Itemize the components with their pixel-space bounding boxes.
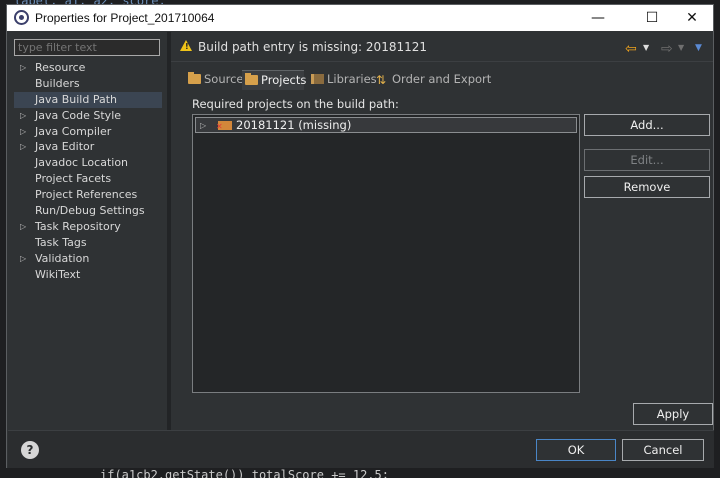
order-arrows-icon: ⇅ [376, 73, 387, 87]
expand-arrow-icon[interactable]: ▷ [20, 60, 26, 76]
properties-tree: ▷ Resource Builders Java Build Path ▷ Java… [14, 60, 162, 282]
cancel-button[interactable]: Cancel [622, 439, 704, 461]
sidebar-item-resource[interactable]: ▷ Resource [14, 60, 162, 76]
sidebar-item-label: Project References [35, 188, 138, 202]
tab-order-and-export[interactable]: ⇅ Order and Export [373, 70, 491, 90]
sidebar-item-label: Run/Debug Settings [35, 204, 145, 218]
close-button[interactable]: ✕ [669, 5, 715, 31]
help-icon[interactable]: ? [21, 441, 39, 459]
tab-label: Order and Export [392, 72, 492, 86]
expand-arrow-icon[interactable]: ▷ [20, 139, 26, 155]
sidebar-item-label: Builders [35, 76, 80, 90]
dialog-title: Properties for Project_201710064 [35, 11, 215, 25]
message-banner: ! Build path entry is missing: 20181121 … [171, 32, 713, 62]
expand-arrow-icon[interactable]: ▷ [20, 251, 26, 267]
sidebar-item-label: Validation [35, 251, 90, 265]
projects-list[interactable]: ▷ 20181121 (missing) [192, 114, 580, 393]
sidebar-item-task-tags[interactable]: Task Tags [14, 235, 162, 251]
sidebar-item-label: Java Editor [35, 140, 95, 154]
missing-project-icon [216, 121, 232, 131]
sidebar-item-label: Java Build Path [35, 92, 118, 106]
minimize-button[interactable]: — [575, 5, 621, 31]
tab-projects[interactable]: Projects [242, 70, 307, 90]
filter-input[interactable] [14, 39, 160, 56]
tab-label: Source [204, 72, 244, 86]
library-icon [311, 74, 324, 84]
title-bar: Properties for Project_201710064 — ☐ ✕ [7, 5, 713, 31]
sidebar-item-javadoc-location[interactable]: Javadoc Location [14, 155, 162, 171]
sidebar-item-label: Resource [35, 61, 86, 74]
properties-dialog: Properties for Project_201710064 — ☐ ✕ ▷… [6, 4, 714, 470]
expand-arrow-icon[interactable]: ▷ [200, 119, 206, 133]
sidebar-item-project-facets[interactable]: Project Facets [14, 171, 162, 187]
sidebar-item-task-repository[interactable]: ▷ Task Repository [14, 219, 162, 235]
tab-source[interactable]: Source [185, 70, 244, 90]
add-button[interactable]: Add... [584, 114, 710, 136]
tab-label: Libraries [327, 72, 377, 86]
expand-arrow-icon[interactable]: ▷ [20, 219, 26, 235]
sidebar-item-label: Java Compiler [35, 124, 112, 138]
sidebar-item-project-references[interactable]: Project References [14, 187, 162, 203]
sidebar-item-label: Javadoc Location [35, 156, 129, 170]
background-code-line: if(a1cb2.getState()) totalScore += 12.5; [100, 468, 389, 478]
view-menu-icon[interactable]: ▼ [695, 43, 702, 53]
ok-button[interactable]: OK [536, 439, 616, 461]
properties-sidebar: ▷ Resource Builders Java Build Path ▷ Java… [8, 32, 164, 430]
sidebar-item-label: Project Facets [35, 172, 112, 186]
project-folder-icon [245, 73, 258, 85]
source-folder-icon [188, 72, 201, 84]
sidebar-item-builders[interactable]: Builders [14, 76, 162, 92]
dialog-footer: ? OK Cancel [8, 430, 714, 470]
remove-button[interactable]: Remove [584, 176, 710, 198]
sidebar-item-wikitext[interactable]: WikiText [14, 267, 162, 283]
edit-button[interactable]: Edit... [584, 149, 710, 171]
sidebar-item-label: Java Code Style [35, 108, 122, 122]
sidebar-item-java-compiler[interactable]: ▷ Java Compiler [14, 124, 162, 140]
eclipse-icon [14, 10, 29, 25]
java-build-path-page: ! Build path entry is missing: 20181121 … [171, 32, 713, 430]
expand-arrow-icon[interactable]: ▷ [20, 108, 26, 124]
sidebar-item-label: Task Repository [35, 219, 121, 233]
apply-button[interactable]: Apply [633, 403, 713, 425]
list-item[interactable]: ▷ 20181121 (missing) [195, 117, 577, 133]
background-editor-bottom: if(a1cb2.getState()) totalScore += 12.5; [0, 468, 720, 478]
sidebar-item-java-build-path[interactable]: Java Build Path [14, 91, 162, 108]
sidebar-item-java-editor[interactable]: ▷ Java Editor [14, 139, 162, 155]
forward-dropdown-icon[interactable]: ▼ [678, 43, 684, 52]
forward-arrow-icon[interactable]: ⇨ [661, 41, 673, 57]
project-item-label: 20181121 (missing) [236, 118, 352, 132]
sidebar-item-java-code-style[interactable]: ▷ Java Code Style [14, 108, 162, 124]
expand-arrow-icon[interactable]: ▷ [20, 124, 26, 140]
tab-libraries[interactable]: Libraries [308, 70, 377, 90]
warning-mark-icon: ! [185, 42, 189, 51]
back-arrow-icon[interactable]: ⇦ [625, 41, 637, 57]
back-dropdown-icon[interactable]: ▼ [643, 43, 649, 52]
sidebar-item-label: Task Tags [35, 235, 87, 249]
sidebar-item-label: WikiText [35, 267, 81, 281]
required-projects-label: Required projects on the build path: [192, 97, 399, 111]
sidebar-item-validation[interactable]: ▷ Validation [14, 251, 162, 267]
tab-label: Projects [261, 73, 307, 87]
sidebar-item-run-debug-settings[interactable]: Run/Debug Settings [14, 203, 162, 219]
banner-message: Build path entry is missing: 20181121 [198, 40, 427, 54]
